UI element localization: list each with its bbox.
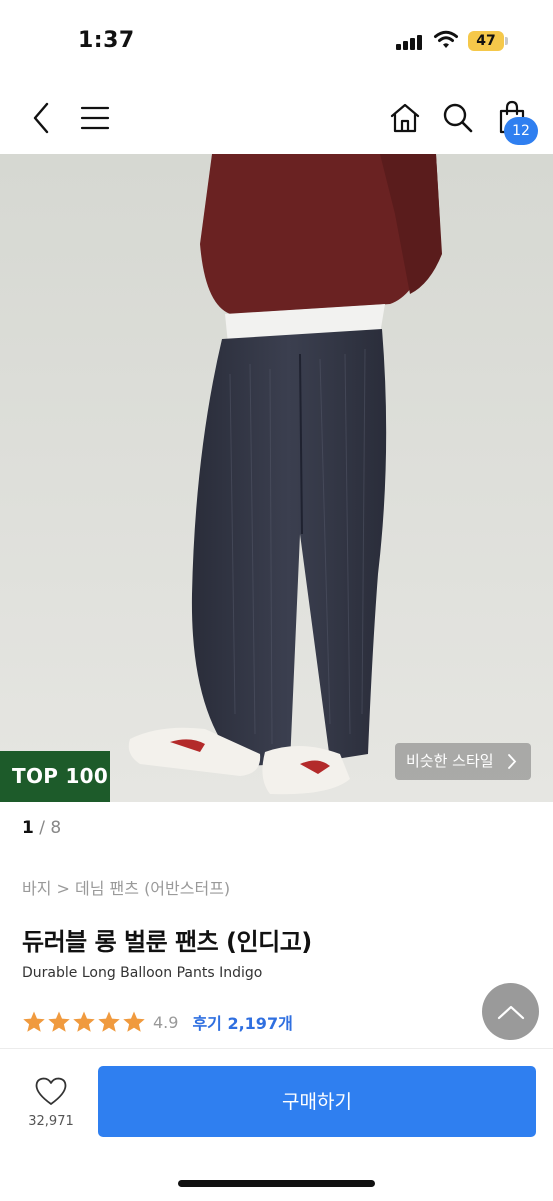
home-icon[interactable]	[386, 100, 424, 136]
like-button[interactable]: 32,971	[25, 1075, 77, 1135]
breadcrumb[interactable]: 바지 > 데님 팬츠 (어반스터프)	[22, 875, 230, 899]
status-bar: 1:37 47	[0, 0, 553, 82]
status-time: 1:37	[78, 28, 135, 53]
star-icon	[48, 1011, 70, 1032]
product-photo-illustration	[0, 154, 553, 802]
similar-style-button[interactable]: 비슷한 스타일	[395, 743, 531, 780]
like-count: 32,971	[28, 1114, 74, 1129]
star-icon	[98, 1011, 120, 1032]
chevron-up-icon	[497, 1005, 524, 1019]
battery-cap	[505, 37, 508, 45]
wifi-icon	[434, 30, 458, 48]
heart-icon	[35, 1077, 67, 1105]
product-image[interactable]	[0, 154, 553, 802]
home-indicator	[178, 1180, 375, 1187]
cellular-signal-icon	[396, 34, 424, 50]
image-pager: 1 / 8	[22, 818, 61, 838]
review-count-link[interactable]: 후기 2,197개	[192, 1010, 292, 1034]
star-icon	[23, 1011, 45, 1032]
product-title: 듀러블 롱 벌룬 팬츠 (인디고)	[22, 928, 312, 956]
chevron-right-icon	[507, 743, 517, 794]
similar-style-label: 비슷한 스타일	[406, 752, 494, 770]
rating-row: 4.9 후기 2,197개	[22, 1009, 293, 1035]
hamburger-icon[interactable]	[78, 103, 112, 133]
scroll-to-top-button[interactable]	[482, 983, 539, 1040]
chevron-left-icon[interactable]	[26, 100, 56, 136]
product-subtitle: Durable Long Balloon Pants Indigo	[22, 965, 263, 981]
search-icon[interactable]	[440, 100, 476, 136]
rating-value: 4.9	[153, 1012, 179, 1032]
star-icon	[73, 1011, 95, 1032]
buy-button[interactable]: 구매하기	[98, 1066, 536, 1137]
star-icon	[123, 1011, 145, 1032]
battery-indicator: 47	[468, 31, 504, 51]
cart-count-badge: 12	[504, 117, 538, 145]
pager-total: / 8	[39, 818, 62, 838]
pager-current: 1	[22, 818, 34, 838]
top100-badge: TOP 100	[0, 751, 110, 802]
